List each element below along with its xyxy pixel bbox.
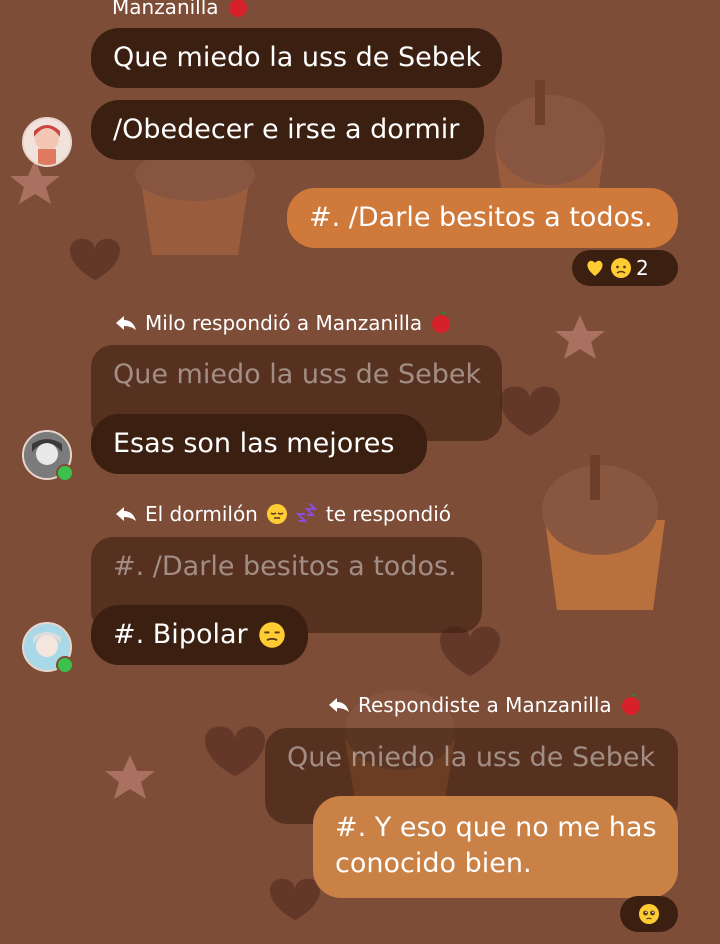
zzz-icon bbox=[295, 503, 318, 522]
message-text: #. /Darle besitos a todos. bbox=[309, 202, 653, 233]
reply-header-suffix: te respondió bbox=[325, 502, 451, 526]
reaction-bar[interactable] bbox=[620, 896, 678, 932]
message-bubble[interactable]: #. Bipolar bbox=[91, 605, 308, 665]
reaction-bar[interactable]: 2 bbox=[572, 250, 678, 286]
reply-arrow-icon bbox=[116, 316, 136, 330]
apple-icon bbox=[621, 694, 640, 715]
message-bubble[interactable]: /Obedecer e irse a dormir bbox=[91, 100, 484, 160]
sender-name-row: Manzanilla bbox=[112, 0, 249, 20]
apple-icon bbox=[432, 312, 451, 333]
sender-name[interactable]: Manzanilla bbox=[112, 0, 219, 20]
reply-header-text[interactable]: Respondiste a Manzanilla bbox=[358, 692, 612, 718]
reply-header-text[interactable]: Milo respondió a Manzanilla bbox=[145, 310, 422, 336]
message-bubble-own[interactable]: #. /Darle besitos a todos. bbox=[287, 188, 678, 248]
yellow-heart-icon bbox=[587, 260, 603, 276]
message-bubble[interactable]: Esas son las mejores bbox=[91, 414, 427, 474]
pleading-face-icon bbox=[639, 904, 659, 924]
avatar[interactable] bbox=[22, 117, 72, 167]
message-text-line: #. Y eso que no me has bbox=[335, 812, 657, 843]
message-bubble[interactable]: Que miedo la uss de Sebek bbox=[91, 28, 502, 88]
online-indicator bbox=[56, 464, 74, 482]
reply-header: Milo respondió a Manzanilla bbox=[115, 310, 452, 336]
online-indicator bbox=[56, 656, 74, 674]
quoted-text: #. /Darle besitos a todos. bbox=[113, 551, 457, 582]
message-text-line: conocido bien. bbox=[335, 848, 532, 879]
worried-face-icon bbox=[611, 258, 631, 278]
message-text: Que miedo la uss de Sebek bbox=[113, 42, 482, 73]
reply-header: El dormilón te respondió bbox=[115, 501, 451, 527]
reply-header: Respondiste a Manzanilla bbox=[328, 692, 642, 718]
quoted-text: Que miedo la uss de Sebek bbox=[113, 359, 482, 390]
reaction-count: 2 bbox=[636, 256, 649, 280]
avatar-image bbox=[34, 125, 60, 165]
unamused-face-icon bbox=[258, 622, 285, 648]
apple-icon bbox=[228, 0, 247, 17]
message-text: /Obedecer e irse a dormir bbox=[113, 114, 460, 145]
message-text: Esas son las mejores bbox=[113, 428, 395, 459]
reply-arrow-icon bbox=[116, 507, 136, 521]
message-text: #. Bipolar bbox=[113, 619, 248, 650]
quoted-text: Que miedo la uss de Sebek bbox=[287, 742, 656, 773]
message-bubble-own[interactable]: #. Y eso que no me has conocido bien. bbox=[313, 796, 678, 898]
reply-header-name[interactable]: El dormilón bbox=[145, 501, 258, 527]
reply-arrow-icon bbox=[329, 698, 349, 712]
sleepy-face-icon bbox=[266, 504, 287, 524]
